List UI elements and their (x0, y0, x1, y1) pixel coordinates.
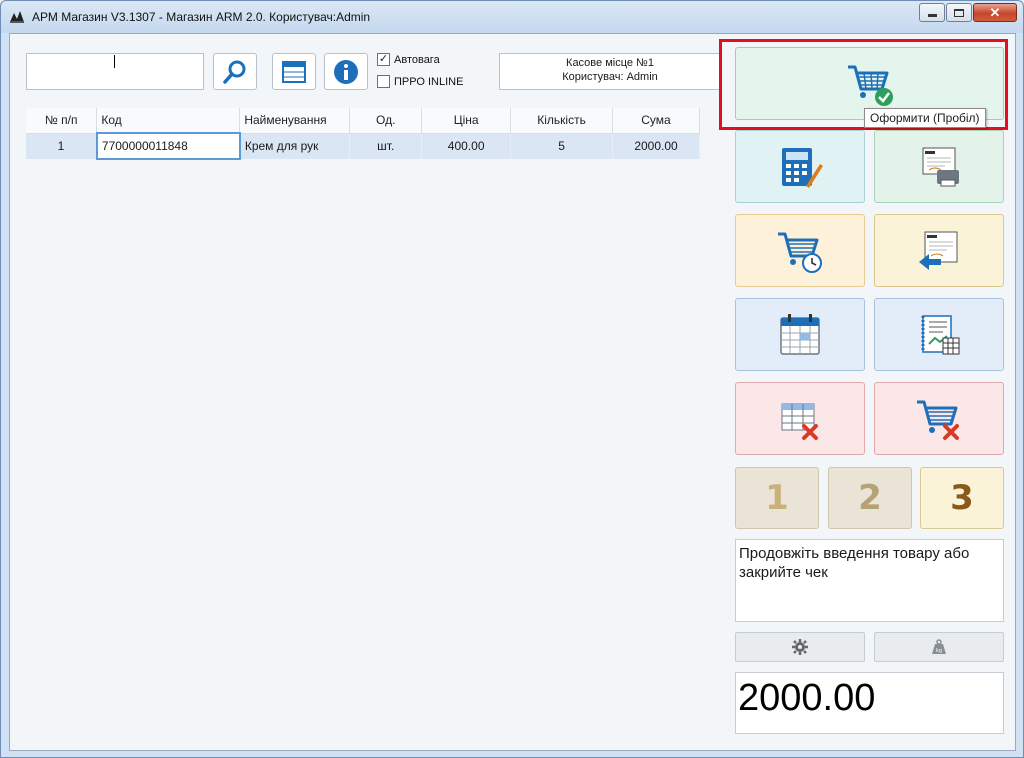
info-icon (334, 59, 358, 84)
receipt-total: 2000.00 (735, 672, 1004, 734)
checkout-tooltip: Оформити (Пробіл) (864, 108, 986, 128)
report-chart-icon (921, 314, 960, 354)
cart-delete-icon (917, 400, 959, 440)
scale-button[interactable]: kg (874, 632, 1004, 662)
cell-sum[interactable]: 2000.00 (612, 133, 700, 159)
col-header-price[interactable]: Ціна (421, 108, 512, 134)
cell-unit[interactable]: шт. (349, 133, 423, 159)
text-cursor (114, 55, 115, 68)
status-message: Продовжіть введення товару або закрийте … (735, 539, 1004, 622)
cell-num[interactable]: 1 (26, 133, 98, 159)
table-header: № п/п Код Найменування Од. Ціна Кількіст… (26, 108, 700, 134)
col-header-name[interactable]: Найменування (239, 108, 351, 134)
report-button[interactable] (874, 298, 1004, 371)
col-header-sum[interactable]: Сума (612, 108, 700, 134)
delete-row-button[interactable] (735, 382, 865, 455)
maximize-icon (954, 8, 964, 17)
col-header-unit[interactable]: Од. (349, 108, 423, 134)
cancel-receipt-button[interactable] (874, 382, 1004, 455)
receipt-slot-2-button[interactable]: 2 (828, 467, 912, 529)
minimize-button[interactable] (919, 3, 945, 22)
autoweight-checkbox[interactable]: ✓ (377, 53, 390, 66)
prro-option[interactable]: ПРРО INLINE (377, 75, 463, 88)
close-icon: ✕ (989, 5, 1001, 20)
table-delete-icon (781, 403, 818, 440)
window-controls: ✕ (919, 3, 1017, 22)
print-receipt-button[interactable] (874, 130, 1004, 203)
calculator-icon (782, 147, 823, 188)
window-title: АРМ Магазин V3.1307 - Магазин ARM 2.0. К… (32, 10, 371, 24)
title-bar[interactable]: АРМ Магазин V3.1307 - Магазин ARM 2.0. К… (1, 1, 1023, 33)
receipt-slot-3-button[interactable]: 3 (920, 467, 1004, 529)
cell-price[interactable]: 400.00 (421, 133, 512, 159)
app-window: АРМ Магазин V3.1307 - Магазин ARM 2.0. К… (0, 0, 1024, 758)
cashdesk-info: Касове місце №1 Користувач: Admin (499, 53, 721, 90)
prro-checkbox[interactable] (377, 75, 390, 88)
search-button[interactable] (213, 53, 257, 90)
autoweight-label: Автовага (394, 53, 440, 66)
table-icon (282, 60, 306, 83)
receipt-slot-1-button[interactable]: 1 (735, 467, 819, 529)
receipt-return-icon (919, 231, 958, 270)
calendar-button[interactable] (735, 298, 865, 371)
search-icon (223, 60, 246, 84)
maximize-button[interactable] (946, 3, 972, 22)
kg-weight-icon: kg (932, 639, 946, 654)
scale-label: kg (936, 648, 942, 654)
cell-qty[interactable]: 5 (510, 133, 614, 159)
prro-label: ПРРО INLINE (394, 75, 464, 88)
minimize-icon (927, 14, 937, 17)
search-input[interactable] (26, 53, 204, 90)
autoweight-option[interactable]: ✓ Автовага (377, 53, 440, 66)
items-table[interactable]: № п/п Код Найменування Од. Ціна Кількіст… (26, 108, 700, 160)
app-logo-icon (10, 11, 24, 23)
table-row[interactable]: 1 7700000011848 Крем для рук шт. 400.00 … (26, 132, 700, 160)
deferred-cart-button[interactable] (735, 214, 865, 287)
col-header-qty[interactable]: Кількість (510, 108, 614, 134)
close-button[interactable]: ✕ (973, 3, 1017, 22)
cell-name[interactable]: Крем для рук (239, 133, 351, 159)
col-header-num[interactable]: № п/п (26, 108, 98, 134)
col-header-code[interactable]: Код (96, 108, 241, 134)
calculator-button[interactable] (735, 130, 865, 203)
main-area: ✓ Автовага ПРРО INLINE Касове місце №1 К… (9, 33, 1016, 751)
cashdesk-user: Користувач: Admin (562, 71, 658, 83)
cashdesk-number: Касове місце №1 (566, 57, 654, 69)
settings-button[interactable] (735, 632, 865, 662)
cell-code[interactable]: 7700000011848 (95, 132, 241, 160)
table-view-button[interactable] (272, 53, 316, 90)
cart-clock-icon (778, 232, 822, 273)
receipt-printer-icon (922, 147, 959, 186)
return-receipt-button[interactable] (874, 214, 1004, 287)
gear-icon (792, 639, 808, 655)
info-button[interactable] (324, 53, 368, 90)
calendar-icon (780, 313, 820, 355)
